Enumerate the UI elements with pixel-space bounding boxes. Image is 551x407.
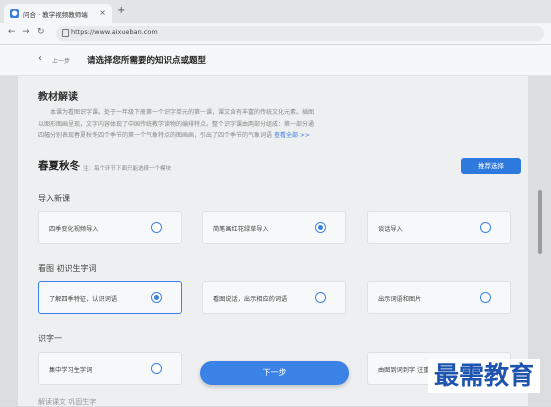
address-bar: ← → ↻ https://www.aixueban.com (0, 23, 551, 45)
option-card[interactable]: 简笔画红花绿草导入 (202, 211, 346, 244)
site-favicon-icon: ● (10, 9, 19, 18)
section-title-literacy: 识字一 (38, 334, 62, 343)
radio-button-selected[interactable] (315, 222, 326, 233)
browser-tab[interactable]: ● 问合 · 教学视频教师端 × (4, 4, 112, 23)
option-card[interactable]: 看图说话，出示相应的词语 (202, 281, 346, 314)
option-card[interactable]: 四季变化视频导入 (38, 211, 182, 244)
page-title: 请选择您所需要的知识点或题型 (87, 56, 207, 66)
intro-description: 本课为看图识字课。处于一年级下册第一个识字单元的第一课，课文含有丰富的传统文化元… (38, 107, 528, 142)
option-label: 出示词语和图片 (378, 296, 422, 303)
tab-close-icon[interactable]: × (99, 8, 106, 17)
scrollbar-thumb[interactable] (538, 190, 542, 254)
radio-button[interactable] (480, 292, 491, 303)
lock-icon (62, 29, 69, 37)
url-field[interactable]: https://www.aixueban.com (56, 26, 544, 41)
tab-title: 问合 · 教学视频教师端 (23, 10, 88, 19)
forward-arrow-icon[interactable]: → (22, 27, 30, 37)
browser-tab-bar: ● 问合 · 教学视频教师端 × + (0, 0, 551, 23)
option-label: 集中学习生字词 (49, 367, 93, 374)
option-label: 了解四季特征，认识词语 (49, 296, 118, 303)
intro-line: 四幅分别表现春夏秋冬四个季节的第一个气象特点的图画画，引出了四个季节的气象词语 … (38, 130, 528, 142)
page-header: ‹ 上一步 请选择您所需要的知识点或题型 (0, 45, 551, 76)
group-note: 注：每个环节下面只能选择一个模块 (83, 166, 172, 172)
intro-line: 以图形图画呈现，文字内容体现了中国传统教学读物的编排特点。整个识字课由两部分组成… (38, 120, 315, 128)
section-title-import: 导入新课 (38, 194, 70, 203)
new-tab-button[interactable]: + (117, 5, 125, 16)
back-arrow-icon[interactable]: ← (8, 27, 16, 37)
option-card[interactable]: 出示词语和图片 (367, 281, 511, 314)
reload-icon[interactable]: ↻ (37, 27, 45, 37)
url-text: https://www.aixueban.com (71, 28, 158, 36)
radio-button[interactable] (151, 363, 162, 374)
radio-button-selected[interactable] (151, 292, 162, 303)
watermark-logo: 最需教育 (428, 359, 541, 393)
option-card[interactable]: 集中学习生字词 (38, 352, 182, 385)
section-title-words: 看图 初识生字词 (38, 264, 97, 273)
chevron-left-icon[interactable]: ‹ (38, 53, 42, 64)
radio-button[interactable] (480, 222, 491, 233)
recommend-button[interactable]: 推荐选择 (461, 158, 521, 174)
option-label: 简笔画红花绿草导入 (213, 226, 269, 233)
back-link[interactable]: 上一步 (52, 56, 70, 65)
option-card-selected[interactable]: 了解四季特征，认识词语 (38, 281, 182, 314)
intro-line: 本课为看图识字课。处于一年级下册第一个识字单元的第一课，课文含有丰富的传统文化元… (50, 109, 315, 116)
option-card[interactable]: 谈话导入 (367, 211, 511, 244)
option-label: 四季变化视频导入 (49, 226, 99, 233)
group-title: 春夏秋冬 (38, 160, 80, 172)
intro-line-text: 四幅分别表现春夏秋冬四个季节的第一个气象特点的图画画，引出了四个季节的气象词语 (38, 132, 273, 139)
view-all-link[interactable]: 查看全部 >> (274, 132, 310, 139)
option-label: 看图说话，出示相应的词语 (213, 296, 288, 303)
option-label: 由图到词到字 注重 (378, 367, 430, 374)
section-title-intro: 教材解读 (38, 92, 78, 103)
next-button[interactable]: 下一步 (200, 361, 349, 385)
option-label: 谈话导入 (378, 226, 403, 233)
radio-button[interactable] (315, 292, 326, 303)
radio-button[interactable] (151, 222, 162, 233)
